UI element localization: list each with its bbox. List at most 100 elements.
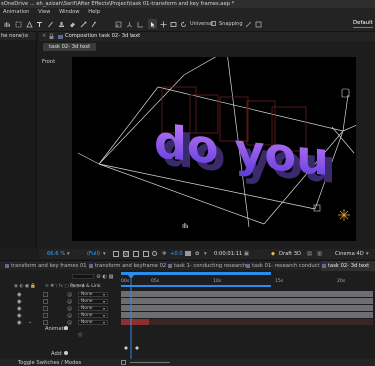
toggle-icon[interactable]: ◎ <box>78 332 83 338</box>
parent-dropdown-1[interactable]: None <box>78 292 108 297</box>
menu-item-window[interactable]: Window <box>59 9 79 15</box>
light-anchor-icon <box>338 209 350 221</box>
window-title: sOneDrive ... eh_azizah\Serif\After Effe… <box>1 1 235 7</box>
svg-text:05s: 05s <box>151 278 160 284</box>
layer-row-2[interactable]: ◉ @ None <box>0 298 118 305</box>
timeline-footer-left: Toggle Switches / Modes <box>0 359 118 366</box>
renderer-engine-label[interactable]: Cinema 4D <box>335 249 364 259</box>
tab-transform-and-keyframe-02[interactable]: transform and keyframe 02 <box>88 261 166 271</box>
type-tool-icon[interactable] <box>35 19 44 29</box>
color-channel-dropdown-icon[interactable]: ▾ <box>204 249 207 259</box>
snap-options-icon[interactable] <box>244 19 253 29</box>
hand-tool-icon[interactable] <box>3 19 12 29</box>
close-tab-icon[interactable]: × <box>42 32 46 41</box>
toggle-switches-modes[interactable]: Toggle Switches / Modes <box>18 360 81 366</box>
color-channel-icon[interactable]: ✿ <box>195 249 199 259</box>
zoom-dropdown-icon[interactable]: ▾ <box>67 249 70 259</box>
add-property-icon[interactable] <box>64 351 68 355</box>
composition-subtab[interactable]: task 02- 3d text <box>43 43 97 51</box>
parent-link-header: Parent & Link <box>70 284 101 289</box>
parent-dropdown-2[interactable]: None <box>78 299 108 304</box>
workspace-default[interactable]: Default <box>353 20 373 28</box>
menu-item-animation[interactable]: Animation <box>3 9 29 15</box>
tab-3d-text[interactable]: task 02- 3d text <box>321 261 375 271</box>
fast-previews-icon[interactable]: ▣ <box>244 249 249 259</box>
roto-brush-icon[interactable] <box>79 19 88 29</box>
work-area-range <box>121 285 271 287</box>
tools-toolbar: Universal Snapping Default <box>0 17 375 32</box>
svg-text:10s: 10s <box>213 278 222 284</box>
snapping-checkbox[interactable] <box>211 21 216 26</box>
resolution-value[interactable]: (Full) <box>87 249 100 259</box>
layer-row-4[interactable]: ◉ @ None <box>0 312 118 319</box>
transparency-grid-icon[interactable] <box>123 251 129 257</box>
layer-track-5 <box>121 319 149 325</box>
brush-tool-icon[interactable] <box>46 19 55 29</box>
time-ruler: 00s 05s 10s 15s 20s <box>121 278 346 284</box>
project-panel-tab[interactable]: he none)≡ <box>0 32 36 40</box>
composition-viewport[interactable]: do you do you <box>72 57 356 241</box>
resolution-dropdown-icon[interactable]: ▾ <box>103 249 106 259</box>
layer-row-3[interactable]: ◉ @ None <box>0 305 118 312</box>
cursor-hand-icon <box>182 222 189 229</box>
add-label: Add: <box>51 351 63 357</box>
draft-3d-icon: ◆ <box>271 251 275 257</box>
rotate-tool-icon[interactable] <box>179 19 188 29</box>
parent-dropdown-5[interactable]: None <box>78 320 108 325</box>
eraser-icon[interactable] <box>68 19 77 29</box>
puppet-pin-icon[interactable] <box>89 19 98 29</box>
expand-arrow-icon[interactable]: ⌄ <box>28 319 32 325</box>
camera-icon[interactable] <box>185 251 191 256</box>
current-timecode[interactable]: 0:00:01:11 <box>214 249 242 259</box>
timeline-zoom-slider[interactable] <box>130 362 170 363</box>
local-axis-icon[interactable] <box>114 19 123 29</box>
lock-icon[interactable] <box>49 32 54 41</box>
menu-bar: Animation View Window Help <box>0 8 375 17</box>
rect-mask-icon[interactable] <box>14 19 23 29</box>
visibility-eye-icon[interactable]: ◉ <box>17 320 22 326</box>
camera-orbit-icon[interactable] <box>169 19 178 29</box>
universal-label[interactable]: Universal <box>190 21 213 27</box>
selection-tool-icon[interactable] <box>148 19 157 29</box>
timeline-search-field[interactable] <box>72 274 94 279</box>
timeline-switch-icons[interactable]: ⚙ ◐ ▦ <box>96 274 113 280</box>
exposure-value[interactable]: +0.0 <box>170 249 183 259</box>
view-axis-icon[interactable] <box>136 19 145 29</box>
tab-conducting-research[interactable]: task 1- conducting research <box>167 261 246 271</box>
move-tool-icon[interactable] <box>159 19 168 29</box>
menu-item-help[interactable]: Help <box>88 9 100 15</box>
renderer-dropdown-icon[interactable]: ▾ <box>366 249 369 259</box>
zoom-value[interactable]: 66.6 % <box>47 249 65 259</box>
parent-dropdown-3[interactable]: None <box>78 306 108 311</box>
snapping-label: Snapping <box>219 21 243 27</box>
tab-menu-icon[interactable]: ≡ <box>130 32 134 41</box>
layer-row-5[interactable]: ◉ ⌄ @ None <box>0 319 118 326</box>
grid-guides-icon[interactable] <box>143 251 149 257</box>
region-of-interest-icon[interactable] <box>113 251 119 257</box>
timeline-tabs: transform and key frames 01 transform an… <box>0 260 375 271</box>
menu-item-view[interactable]: View <box>38 9 50 15</box>
draft-3d-label[interactable]: Draft 3D <box>279 249 301 259</box>
tab-research-conduct-02[interactable]: task 01- research conduct 02 <box>245 261 328 271</box>
composition-tab-row: × Composition task 02- 3d text ≡ <box>39 32 375 41</box>
mask-visibility-icon[interactable] <box>133 251 139 257</box>
composition-icon <box>58 35 63 39</box>
tab-transform-and-key-frames-01[interactable]: transform and key frames 01 <box>4 261 87 271</box>
layer-row-1[interactable]: ◉ @ None <box>0 291 118 298</box>
view-layout-icon[interactable]: ▥ <box>317 249 322 259</box>
snapshot-icon[interactable] <box>152 251 157 256</box>
composition-tab-label[interactable]: Composition task 02- 3d text <box>65 32 140 41</box>
expand-panel-icon[interactable] <box>254 19 263 29</box>
layer-track-2 <box>121 298 373 304</box>
3d-view-icon[interactable]: ▤ <box>307 249 312 259</box>
window-title-bar: sOneDrive ... eh_azizah\Serif\After Effe… <box>0 0 375 8</box>
composition-footer: 66.6 % ▾ (Full) ▾ ✻ +0.0 ✿ ▾ 0:00:01:11 … <box>39 249 375 259</box>
zoom-out-icon[interactable] <box>121 360 126 365</box>
show-snapshot-icon[interactable]: ✻ <box>162 249 166 259</box>
animate-add-icon[interactable] <box>64 326 68 330</box>
parent-dropdown-4[interactable]: None <box>78 313 108 318</box>
view-label: Front <box>42 59 56 65</box>
world-axis-icon[interactable] <box>125 19 134 29</box>
pen-tool-icon[interactable] <box>25 19 34 29</box>
clone-stamp-icon[interactable] <box>57 19 66 29</box>
